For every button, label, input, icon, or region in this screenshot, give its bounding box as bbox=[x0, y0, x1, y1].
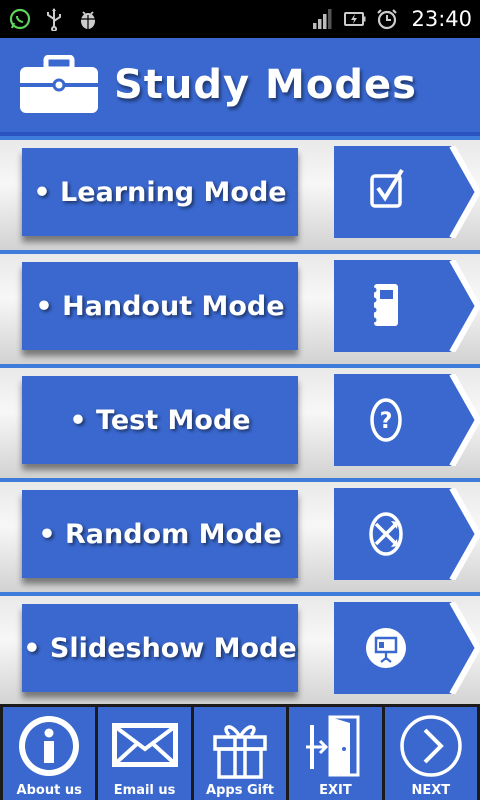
handout-mode-button[interactable]: • Handout Mode bbox=[22, 262, 298, 350]
notebook-icon bbox=[371, 284, 398, 326]
next-arrow-icon bbox=[400, 715, 462, 777]
alarm-icon bbox=[377, 9, 398, 30]
status-bar: 23:40 bbox=[0, 0, 480, 38]
email-us-label: Email us bbox=[113, 783, 176, 798]
bottom-toolbar: About us Email us Apps Gift EXIT NEXT bbox=[0, 704, 480, 800]
mode-list: • Learning Mode • Handout Mode • Test Mo… bbox=[0, 136, 480, 706]
mode-label: • Learning Mode bbox=[33, 176, 287, 208]
app-header: Study Modes bbox=[0, 38, 480, 136]
next-label: NEXT bbox=[411, 783, 451, 798]
exit-door-icon bbox=[306, 715, 360, 777]
mode-label: • Test Mode bbox=[69, 404, 251, 436]
random-mode-button[interactable]: • Random Mode bbox=[22, 490, 298, 578]
list-item: • Test Mode ? bbox=[0, 364, 480, 478]
apps-gift-label: Apps Gift bbox=[206, 783, 274, 798]
usb-icon bbox=[47, 8, 61, 31]
envelope-icon bbox=[111, 723, 178, 767]
slideshow-mode-button[interactable]: • Slideshow Mode bbox=[22, 604, 298, 692]
whatsapp-icon bbox=[9, 8, 31, 30]
mode-label: • Random Mode bbox=[38, 518, 282, 550]
apps-gift-button[interactable]: Apps Gift bbox=[193, 707, 287, 800]
gift-icon bbox=[213, 725, 267, 779]
slideshow-mode-arrow-button[interactable] bbox=[334, 602, 480, 694]
battery-charging-icon bbox=[344, 12, 366, 26]
list-item: • Handout Mode bbox=[0, 250, 480, 364]
list-item: • Random Mode bbox=[0, 478, 480, 592]
random-mode-arrow-button[interactable] bbox=[334, 488, 480, 580]
handout-mode-arrow-button[interactable] bbox=[334, 260, 480, 352]
learning-mode-arrow-button[interactable] bbox=[334, 146, 480, 238]
signal-icon bbox=[313, 9, 332, 29]
exit-label: EXIT bbox=[319, 783, 352, 798]
about-us-label: About us bbox=[16, 783, 82, 798]
list-item: • Learning Mode bbox=[0, 136, 480, 250]
next-button[interactable]: NEXT bbox=[384, 707, 478, 800]
email-us-button[interactable]: Email us bbox=[98, 707, 191, 800]
learning-mode-button[interactable]: • Learning Mode bbox=[22, 148, 298, 236]
test-mode-button[interactable]: • Test Mode bbox=[22, 376, 298, 464]
mode-label: • Handout Mode bbox=[35, 290, 285, 322]
page-title: Study Modes bbox=[114, 62, 417, 108]
about-us-button[interactable]: About us bbox=[3, 707, 96, 800]
android-debug-icon bbox=[81, 11, 95, 29]
mode-label: • Slideshow Mode bbox=[23, 632, 297, 664]
list-item: • Slideshow Mode bbox=[0, 592, 480, 706]
svg-text:?: ? bbox=[380, 409, 393, 434]
exit-button[interactable]: EXIT bbox=[289, 707, 382, 800]
presentation-icon bbox=[366, 628, 406, 668]
info-icon bbox=[19, 716, 80, 776]
test-mode-arrow-button[interactable]: ? bbox=[334, 374, 480, 466]
briefcase-icon bbox=[20, 55, 98, 113]
clock-time: 23:40 bbox=[411, 7, 472, 31]
